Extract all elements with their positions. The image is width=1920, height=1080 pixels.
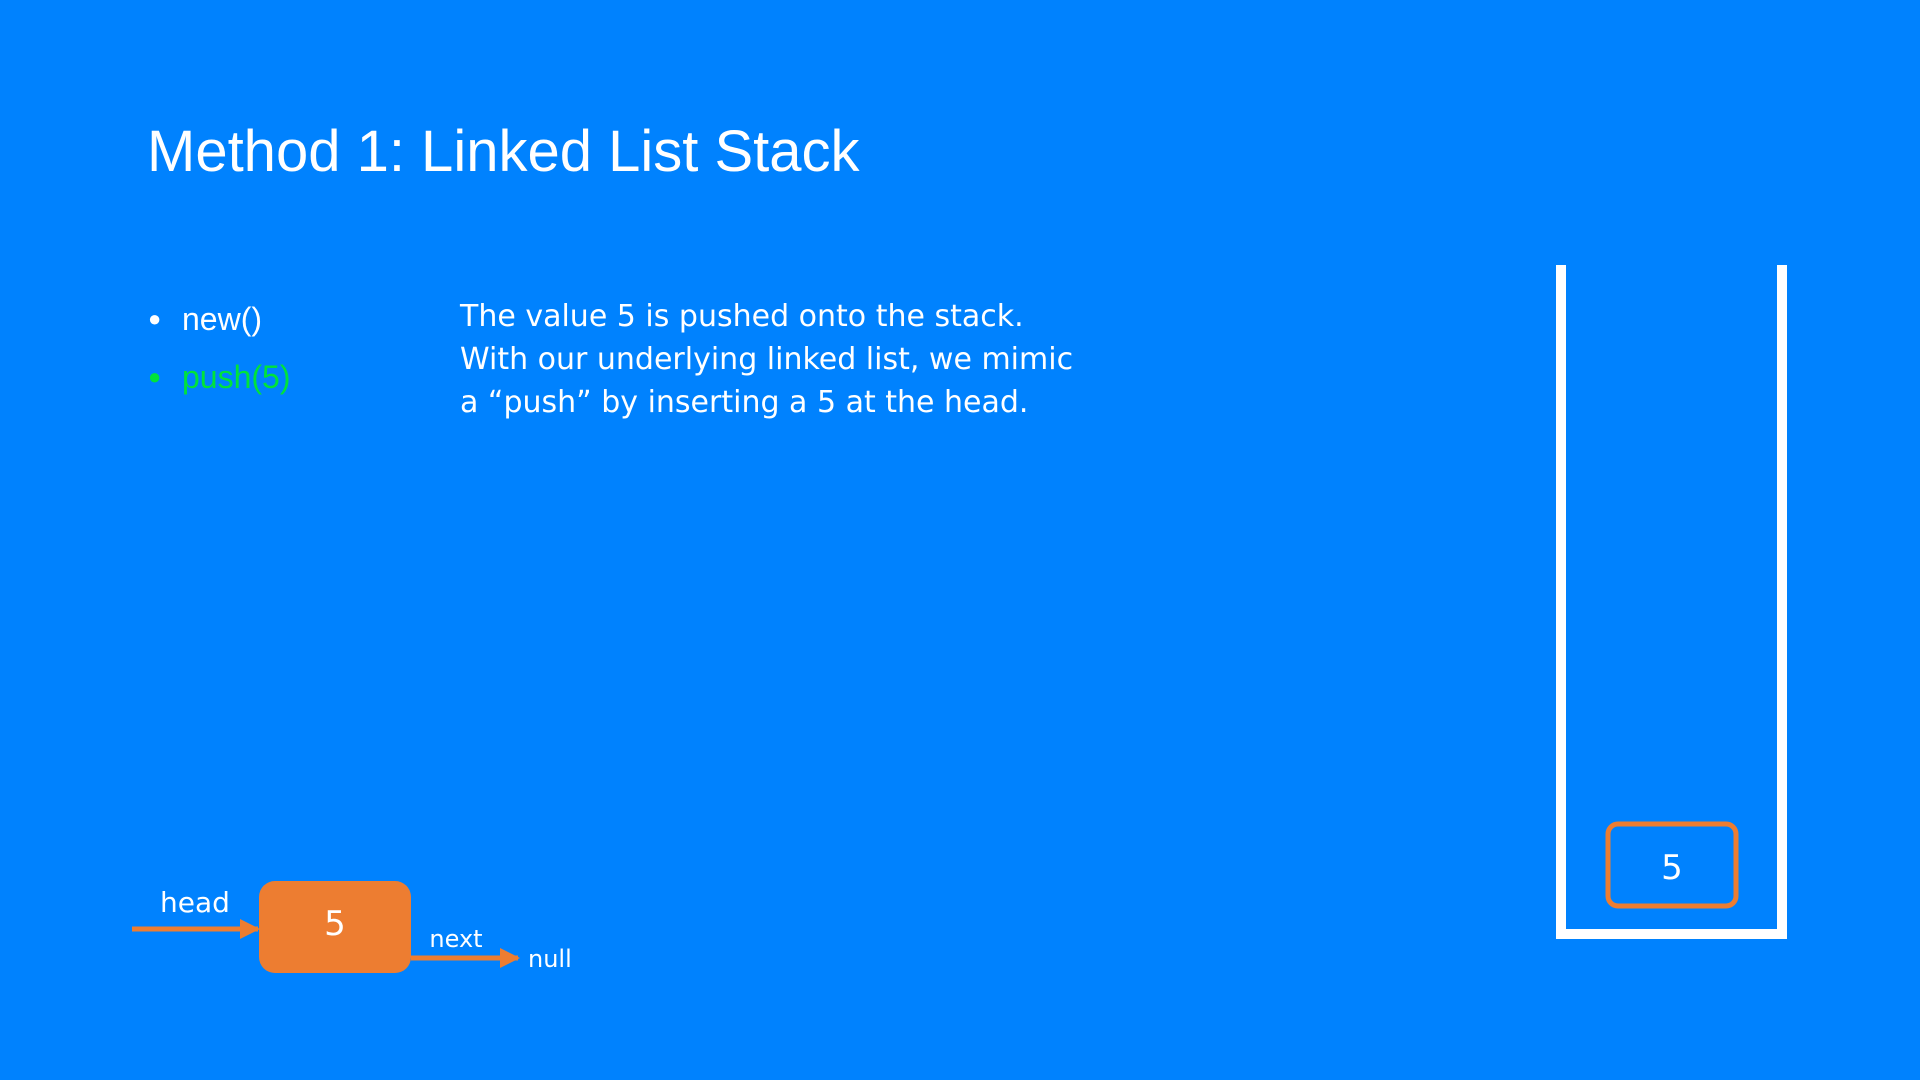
stack-container bbox=[1556, 265, 1787, 939]
next-pointer-label: next bbox=[429, 925, 482, 953]
head-label: head bbox=[160, 886, 230, 919]
null-label: null bbox=[528, 945, 572, 973]
stack-item-value: 5 bbox=[1661, 848, 1683, 888]
list-node-value: 5 bbox=[324, 904, 346, 944]
linked-list-stack-diagram: head 5 next null 5 bbox=[132, 265, 1787, 973]
